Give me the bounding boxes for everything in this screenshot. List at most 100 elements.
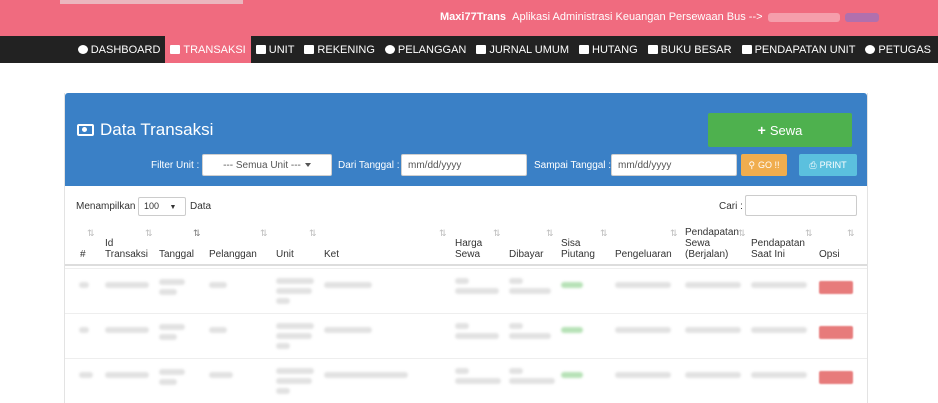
go-label: GO !! <box>758 160 780 170</box>
col-sisa-piutang[interactable]: Sisa Piutang <box>561 238 595 260</box>
col-label: Ket <box>324 249 340 260</box>
col-tanggal[interactable]: Tanggal <box>159 249 194 260</box>
col-pelanggan[interactable]: Pelanggan <box>209 249 257 260</box>
table-header: # Id Transaksi Tanggal Pelanggan Unit Ket… <box>65 226 867 266</box>
nav-label: REKENING <box>317 43 375 56</box>
to-date-placeholder: mm/dd/yyyy <box>618 160 672 171</box>
nav-label: PELANGGAN <box>397 43 467 56</box>
col-label: Sisa <box>561 238 581 249</box>
dashboard-icon <box>77 45 88 54</box>
blurred-cell <box>276 368 314 374</box>
blurred-cell <box>615 282 671 288</box>
blurred-cell <box>685 282 741 288</box>
action-button[interactable] <box>819 326 853 339</box>
plus-icon: + <box>757 122 766 138</box>
from-date-input[interactable]: mm/dd/yyyy <box>401 154 527 176</box>
nav-item-rekening[interactable]: REKENING <box>299 36 379 63</box>
panel-header: Data Transaksi + Sewa Filter Unit : --- … <box>65 93 867 186</box>
col-label: (Berjalan) <box>685 249 729 260</box>
col-dibayar[interactable]: Dibayar <box>509 249 543 260</box>
blurred-cell <box>276 298 290 304</box>
page-title-text: Data Transaksi <box>100 120 214 139</box>
nav-menu: DASHBOARD TRANSAKSI UNIT REKENING PELANG… <box>73 36 936 63</box>
print-icon: ⎙ <box>809 159 817 170</box>
blurred-cell <box>455 368 469 374</box>
nav-item-pelanggan[interactable]: PELANGGAN <box>380 36 471 63</box>
col-label: Sewa <box>455 249 481 260</box>
chevron-down-icon: ▼ <box>169 204 177 211</box>
nav-item-pendapatan-unit[interactable]: PENDAPATAN UNIT <box>737 36 861 63</box>
blurred-cell <box>276 378 312 384</box>
nav-item-jurnal-umum[interactable]: JURNAL UMUM <box>471 36 574 63</box>
logout-link-blurred[interactable] <box>844 12 879 22</box>
sort-icon: ⇅ <box>600 228 608 238</box>
col-opsi[interactable]: Opsi <box>819 249 840 260</box>
book-icon <box>476 45 487 54</box>
col-ket[interactable]: Ket <box>324 249 339 260</box>
nav-label: BUKU BESAR <box>660 43 732 56</box>
blurred-cell <box>276 388 290 394</box>
blurred-cell <box>561 372 583 378</box>
col-label: Sewa <box>685 238 711 249</box>
bus-icon <box>255 45 266 54</box>
page-size-suffix: Data <box>190 201 212 212</box>
print-button[interactable]: ⎙ PRINT <box>799 154 857 176</box>
col-label: Pengeluaran <box>615 249 672 260</box>
blurred-cell <box>509 288 551 294</box>
blurred-cell <box>751 372 807 378</box>
nav-item-unit[interactable]: UNIT <box>251 36 300 63</box>
blurred-cell <box>209 327 227 333</box>
blurred-cell <box>455 323 469 329</box>
col-label: Dibayar <box>509 249 544 260</box>
action-button[interactable] <box>819 281 853 294</box>
col-label: Pendapatan <box>685 227 739 238</box>
blurred-cell <box>209 372 233 378</box>
search-label: Cari : <box>719 201 743 212</box>
nav-item-transaksi[interactable]: TRANSAKSI <box>165 36 251 63</box>
user-name-blurred <box>767 12 840 22</box>
sort-icon: ⇅ <box>738 228 746 238</box>
nav-item-hutang[interactable]: HUTANG <box>574 36 643 63</box>
search-input[interactable] <box>745 195 857 216</box>
nav-item-buku-besar[interactable]: BUKU BESAR <box>643 36 737 63</box>
blurred-cell <box>455 333 499 339</box>
col-number[interactable]: # <box>80 249 86 260</box>
page-size-select[interactable]: 100 ▼ <box>138 197 186 216</box>
col-label: Harga <box>455 238 483 249</box>
money-icon <box>170 45 181 54</box>
blurred-cell <box>509 333 551 339</box>
blurred-cell <box>159 379 177 385</box>
add-sewa-button[interactable]: + Sewa <box>708 113 852 147</box>
blurred-cell <box>615 327 671 333</box>
action-button[interactable] <box>819 371 853 384</box>
nav-label: DASHBOARD <box>90 43 161 56</box>
chevron-down-icon <box>304 163 311 168</box>
filter-unit-select[interactable]: --- Semua Unit --- <box>202 154 332 176</box>
nav-item-dashboard[interactable]: DASHBOARD <box>73 36 166 63</box>
col-label: # <box>80 249 86 260</box>
blurred-cell <box>159 334 177 340</box>
blurred-cell <box>276 288 312 294</box>
to-date-input[interactable]: mm/dd/yyyy <box>611 154 737 176</box>
blurred-cell <box>561 282 583 288</box>
table-row <box>65 358 867 403</box>
table-row <box>65 268 867 313</box>
nav-label: PENDAPATAN UNIT <box>754 43 856 56</box>
col-unit[interactable]: Unit <box>276 249 294 260</box>
sort-icon: ⇅ <box>805 228 813 238</box>
from-date-label: Dari Tanggal : <box>338 160 400 171</box>
sort-icon: ⇅ <box>546 228 554 238</box>
sort-icon: ⇅ <box>439 228 447 238</box>
filter-unit-label: Filter Unit : <box>151 160 200 171</box>
blurred-cell <box>455 288 499 294</box>
nav-item-petugas[interactable]: PETUGAS <box>860 36 936 63</box>
sort-icon: ⇅ <box>309 228 317 238</box>
blurred-cell <box>509 368 523 374</box>
go-button[interactable]: ⚲ GO !! <box>741 154 787 176</box>
col-pengeluaran[interactable]: Pengeluaran <box>615 249 672 260</box>
col-id-transaksi[interactable]: Id Transaksi <box>105 238 148 260</box>
col-harga-sewa[interactable]: Harga Sewa <box>455 238 482 260</box>
col-pendapatan-saat-ini[interactable]: Pendapatan Saat Ini <box>751 238 805 260</box>
col-label: Pendapatan <box>751 238 805 249</box>
col-pendapatan-sewa[interactable]: Pendapatan Sewa (Berjalan) <box>685 227 739 260</box>
